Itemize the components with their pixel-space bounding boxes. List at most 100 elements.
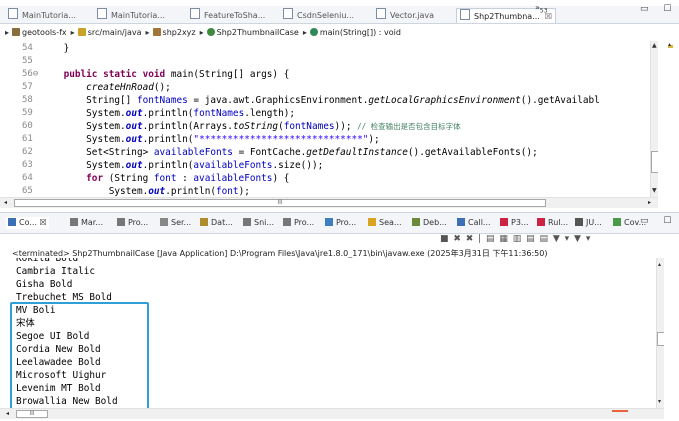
view-tab-label: Call... <box>468 218 491 227</box>
console-hscroll-thumb[interactable]: III <box>16 410 48 418</box>
code-line: System.out.println(availableFonts.size()… <box>41 159 323 172</box>
class-icon <box>206 28 215 36</box>
view-tab-icon <box>117 218 125 226</box>
view-tab[interactable]: Sea... <box>368 217 402 229</box>
code-token: fontNames <box>136 95 188 106</box>
editor-vertical-scrollbar[interactable]: ▲ ▼ <box>650 41 658 197</box>
breadcrumb-item[interactable]: shp2xyz <box>152 24 196 41</box>
breadcrumb-arrow-icon[interactable]: ▸ <box>5 28 9 37</box>
view-tab-icon <box>70 218 78 226</box>
breadcrumb-item[interactable]: main(String[]) : void <box>309 24 401 41</box>
code-line: public static void main(String[] args) { <box>41 68 290 81</box>
editor-scroll-thumb[interactable] <box>651 151 658 173</box>
view-tab-icon <box>368 218 376 226</box>
view-tab-bar: ▭ ☐ Co... ☒ Mar... Pro... Ser... Dat... Sni..… <box>0 212 679 234</box>
line-number: 63 <box>22 160 33 170</box>
view-tab[interactable]: Call... <box>457 217 491 229</box>
code-token: getDefaultInstance <box>306 147 408 158</box>
editor-hscroll-thumb[interactable]: III <box>14 199 546 207</box>
view-tab[interactable]: P3... <box>500 217 529 229</box>
console-toolbar[interactable]: ■ ✖ ✖ | ▤ ▦ ▥ ▤ ▤ ▼ ▾ ▼ ▾ <box>440 234 591 248</box>
editor-tab[interactable]: MainTutoria... <box>97 8 165 22</box>
scroll-up-icon[interactable]: ▲ <box>652 42 657 49</box>
editor-tab[interactable]: Vector.java <box>376 8 434 22</box>
source-folder-icon <box>77 28 86 36</box>
code-token: ); <box>368 134 380 145</box>
code-token: // 检查输出是否包含目标字体 <box>357 122 461 131</box>
scroll-right-icon[interactable]: ▸ <box>648 199 651 206</box>
console-scroll-thumb[interactable] <box>657 332 664 346</box>
view-tab[interactable]: JU... <box>575 217 602 229</box>
console-horizontal-scrollbar[interactable]: ◂ III <box>0 408 664 419</box>
view-tab-label: Co... ☒ <box>19 218 47 227</box>
view-tab[interactable]: Pro... <box>117 217 148 229</box>
code-token: toString <box>232 121 279 132</box>
editor-horizontal-scrollbar[interactable]: ◂ III ▸ <box>0 197 658 208</box>
view-tab-icon <box>283 218 291 226</box>
code-token: ().getAvailabl <box>520 95 600 106</box>
view-tab[interactable]: Co... ☒ <box>6 217 49 229</box>
editor-tab-label: CsdnSeleniu... <box>297 11 355 20</box>
view-tab-label: Dat... <box>211 218 233 227</box>
code-token: out <box>125 108 143 119</box>
view-tab[interactable]: Dat... <box>200 217 233 229</box>
breadcrumb-label: shp2xyz <box>162 28 196 37</box>
tab-overflow-count: 53 <box>539 7 548 15</box>
code-token: = java.awt.GraphicsEnvironment. <box>187 95 369 106</box>
code-token: availableFonts <box>193 160 273 171</box>
view-tab[interactable]: Mar... <box>70 217 103 229</box>
scroll-down-icon[interactable]: ▼ <box>652 187 657 194</box>
view-tab[interactable]: Ser... <box>160 217 191 229</box>
ruler-up-icon[interactable]: ▴ <box>668 41 671 48</box>
java-file-icon <box>460 9 470 20</box>
code-token: out <box>125 121 143 132</box>
console-scroll-left-icon[interactable]: ◂ <box>6 410 9 417</box>
editor-tab-label: Shp2Thumbna... <box>474 12 540 21</box>
code-line: Set<String> availableFonts = FontCache.g… <box>41 146 538 159</box>
breadcrumb-item[interactable]: geotools-fx <box>12 24 67 41</box>
code-token: for <box>41 173 109 184</box>
console-scroll-up-icon[interactable]: ▴ <box>658 261 661 268</box>
code-token: createHnRoad <box>41 82 154 93</box>
code-token: System. <box>41 134 126 145</box>
code-token: ().getAvailableFonts(); <box>407 147 538 158</box>
scroll-left-icon[interactable]: ◂ <box>4 199 7 206</box>
view-tab-icon <box>613 218 621 226</box>
breadcrumb-separator-icon: ▸ <box>199 28 204 37</box>
tab-overflow-button[interactable]: »53 <box>535 3 548 15</box>
editor-tab-bar: MainTutoria... MainTutoria... FeatureToSha… <box>0 6 679 24</box>
view-tab[interactable]: Rul... <box>537 217 568 229</box>
breadcrumb-item[interactable]: src/main/java <box>77 24 142 41</box>
view-tab-label: Pro... <box>336 218 357 227</box>
editor-window-controls[interactable]: ▭ ☐ <box>640 4 677 14</box>
java-file-icon <box>283 8 293 19</box>
code-editor[interactable]: 54 55 56⊖ 57 58 59 60 61 62 63 64 65 } public stati… <box>0 41 658 197</box>
breadcrumb-separator-icon: ▸ <box>70 28 75 37</box>
code-token: } <box>41 43 70 54</box>
editor-tab[interactable]: CsdnSeleniu... <box>283 8 354 22</box>
view-tab-icon <box>457 218 465 226</box>
code-token: System. <box>41 108 126 119</box>
view-tab[interactable]: Pro... <box>325 217 356 229</box>
code-token: Set<String> <box>41 147 154 158</box>
line-number: 58 <box>22 95 33 105</box>
view-tab-label: Cov... <box>624 218 647 227</box>
console-scroll-down-icon[interactable]: ▾ <box>658 398 661 405</box>
breadcrumb-label: main(String[]) : void <box>319 28 401 37</box>
code-token: ); <box>238 186 250 197</box>
code-line: String[] fontNames = java.awt.GraphicsEn… <box>41 94 600 107</box>
code-line: System.out.println(Arrays.toString(fontN… <box>41 120 461 133</box>
view-tab-label: Pro... <box>128 218 149 227</box>
code-token: out <box>148 186 166 197</box>
view-tab[interactable]: Sni... <box>243 217 274 229</box>
line-number: 54 <box>22 43 33 53</box>
view-tab[interactable]: Pro... <box>283 217 314 229</box>
editor-tab[interactable]: MainTutoria... <box>8 8 76 22</box>
view-tab[interactable]: Cov... <box>613 217 646 229</box>
code-token: font <box>216 186 239 197</box>
editor-tab[interactable]: FeatureToSha... <box>190 8 265 22</box>
breadcrumb-item[interactable]: Shp2ThumbnailCase <box>206 24 299 41</box>
console-vertical-scrollbar[interactable]: ▴ ▾ <box>656 258 664 408</box>
view-tab[interactable]: Deb... <box>412 217 447 229</box>
java-file-icon <box>190 8 200 19</box>
